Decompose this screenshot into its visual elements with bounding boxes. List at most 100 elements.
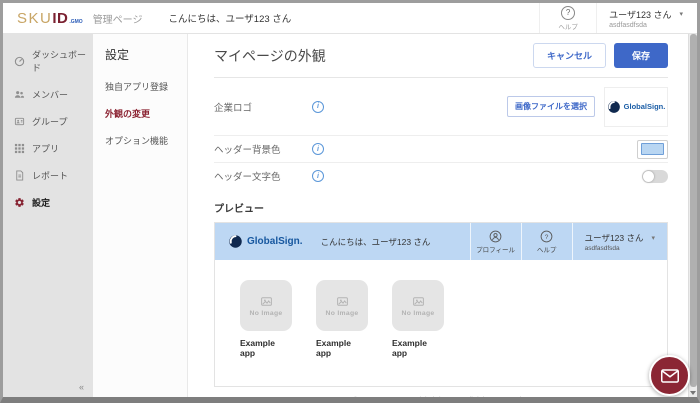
company-logo-preview: GlobalSign. [604,87,668,127]
question-icon: ? [540,230,553,243]
info-icon[interactable]: i [312,170,324,182]
top-bar: SKU ID .GMO 管理ページ こんにちは、ユーザ123 さん ? ヘルプ … [3,3,697,34]
page-title: マイページの外観 [214,46,533,66]
settings-subnav: 設定 独自アプリ登録 外観の変更 オプション機能 [93,34,188,397]
scrollbar-thumb[interactable] [690,34,697,387]
sidebar-item-groups[interactable]: グループ [3,108,93,135]
preview-header-bar: GlobalSign. こんにちは、ユーザ123 さん プロフィール ? ヘルプ [215,223,667,260]
reports-icon [14,170,25,181]
globalsign-logo-text: GlobalSign. [624,102,666,111]
envelope-icon [661,369,679,383]
toggle-knob [643,171,654,182]
no-image-icon [260,295,273,308]
select-image-file-button[interactable]: 画像ファイルを選択 [507,96,595,117]
company-logo-label: 企業ロゴ [214,100,300,114]
globalsign-logo-icon [228,234,243,249]
preview-spacer [430,223,469,260]
skuid-logo: SKU ID .GMO [17,10,83,27]
sidebar-item-label: レポート [32,169,68,182]
header-text-color-toggle[interactable] [642,170,668,183]
header-bg-color-row: ヘッダー背景色 i [214,136,668,163]
chevron-down-icon: ▾ [679,10,683,18]
sidebar-item-label: アプリ [32,142,59,155]
preview-brand-text: GlobalSign. [247,236,303,247]
no-image-text: No Image [250,310,283,317]
preview-user-name: ユーザ123 さん [585,232,644,244]
groups-icon [14,116,25,127]
contact-fab-button[interactable] [649,355,690,396]
save-button[interactable]: 保存 [614,43,668,68]
help-label: ヘルプ [558,21,578,31]
user-menu[interactable]: ユーザ123 さん ▾ asdfasdfsda [596,3,697,33]
preview-user-org: asdfasdfsda [585,245,655,252]
dashboard-icon [14,56,25,67]
app-tile: No Image [240,280,292,331]
apps-icon [14,143,25,154]
subnav-item-custom-app[interactable]: 独自アプリ登録 [93,73,187,100]
info-icon[interactable]: i [312,101,324,113]
preview-greeting: こんにちは、ユーザ123 さん [321,223,431,260]
logo-text-sku: SKU [17,10,52,27]
scrollbar[interactable] [688,34,697,397]
preview-profile-button: プロフィール [470,223,521,260]
sidebar-item-apps[interactable]: アプリ [3,135,93,162]
topbar-greeting: こんにちは、ユーザ123 さん [169,11,292,25]
header-bg-color-swatch[interactable] [637,140,668,159]
sidebar-item-members[interactable]: メンバー [3,81,93,108]
sidebar-item-reports[interactable]: レポート [3,162,93,189]
header-text-color-label: ヘッダー文字色 [214,169,300,183]
subnav-title: 設定 [93,34,187,73]
swatch-color [641,143,664,155]
sidebar-collapse-button[interactable]: « [79,382,84,392]
no-image-text: No Image [402,310,435,317]
preview-app: No Image Example app [316,280,368,358]
preview-help-label: ヘルプ [537,244,557,254]
chevron-down-icon: ▾ [651,234,655,242]
gear-icon [14,197,25,208]
subnav-item-options[interactable]: オプション機能 [93,127,187,154]
header-bg-color-label: ヘッダー背景色 [214,142,300,156]
help-button[interactable]: ? ヘルプ [539,3,596,33]
app-window: SKU ID .GMO 管理ページ こんにちは、ユーザ123 さん ? ヘルプ … [0,0,700,403]
company-logo-row: 企業ロゴ i 画像ファイルを選択 GlobalSign. [214,78,668,136]
page-header: マイページの外観 キャンセル 保存 [214,34,668,78]
sidebar-item-settings[interactable]: 設定 [3,189,93,216]
user-name: ユーザ123 さん [609,8,671,21]
preview-profile-label: プロフィール [476,244,515,254]
globalsign-logo-icon [607,100,621,114]
app-tile: No Image [392,280,444,331]
subnav-item-appearance[interactable]: 外観の変更 [93,100,187,127]
app-name: Example app [316,338,368,358]
logo-suffix-gmo: .GMO [69,19,82,25]
sidebar-item-label: 設定 [32,196,50,209]
app-tile: No Image [316,280,368,331]
members-icon [14,89,25,100]
user-org: asdfasdfsda [609,22,683,29]
main-content: マイページの外観 キャンセル 保存 企業ロゴ i 画像ファイルを選択 Globa… [188,34,697,397]
header-text-color-row: ヘッダー文字色 i [214,163,668,189]
preview-app: No Image Example app [240,280,292,358]
preview-help-button: ? ヘルプ [521,223,572,260]
sidebar-item-label: グループ [32,115,67,128]
main-sidebar: ダッシュボード メンバー グループ アプリ レポート [3,34,93,397]
preview-apps-area: No Image Example app No Image Example ap… [215,260,667,386]
scroll-down-icon[interactable] [690,391,696,395]
logo-text-id: ID [52,10,68,27]
no-image-icon [336,295,349,308]
no-image-text: No Image [326,310,359,317]
cancel-button[interactable]: キャンセル [533,43,606,68]
preview-user-menu: ユーザ123 さん ▾ asdfasdfsda [572,223,667,260]
preview-app: No Image Example app [392,280,444,358]
sidebar-item-label: ダッシュボード [32,48,89,74]
admin-page-label: 管理ページ [93,11,143,26]
app-name: Example app [392,338,444,358]
info-icon[interactable]: i [312,143,324,155]
svg-text:?: ? [545,233,549,240]
app-name: Example app [240,338,292,358]
profile-icon [489,230,502,243]
preview-section-label: プレビュー [214,200,668,215]
preview-brand: GlobalSign. [215,223,303,260]
no-image-icon [412,295,425,308]
sidebar-item-dashboard[interactable]: ダッシュボード [3,41,93,81]
sidebar-item-label: メンバー [32,88,68,101]
